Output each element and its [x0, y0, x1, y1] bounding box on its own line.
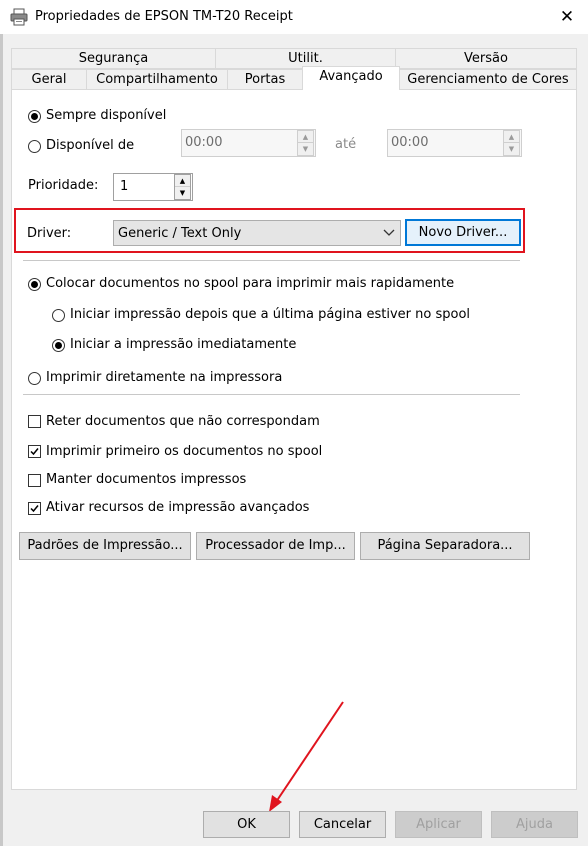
ok-button[interactable]: OK [203, 811, 290, 838]
help-button[interactable]: Ajuda [491, 811, 578, 838]
apply-button[interactable]: Aplicar [395, 811, 482, 838]
cancel-button[interactable]: Cancelar [299, 811, 386, 838]
annotation-arrow-icon [269, 701, 344, 812]
